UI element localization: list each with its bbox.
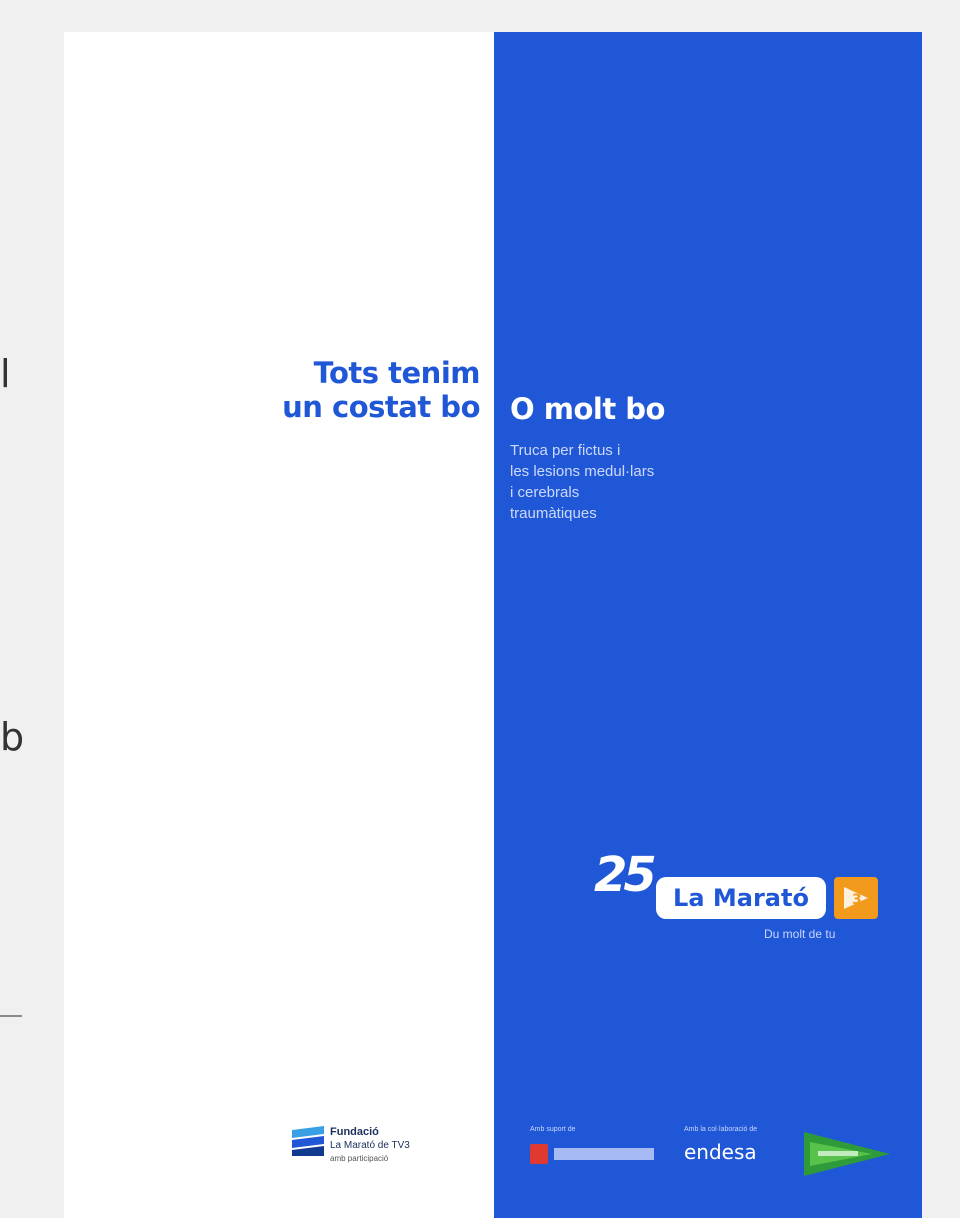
sponsor-caption: Amb la col·laboració de: [684, 1126, 758, 1133]
background-text-fragment: b: [0, 715, 25, 759]
subtext-line: Truca per fictus i: [510, 442, 621, 459]
divider: [0, 1015, 22, 1017]
subtext-line: i cerebrals: [510, 484, 580, 501]
fundacio-logo: Fundació La Marató de TV3 amb participac…: [290, 1124, 480, 1194]
tagline-left-line: Tots tenim: [313, 356, 481, 390]
logo-slogan: Du molt de tu: [764, 927, 836, 941]
generalitat-logo-icon: [530, 1140, 658, 1170]
background-strip: l b: [0, 0, 24, 1218]
svg-text:3: 3: [852, 892, 862, 908]
subtext-line: les lesions medul·lars: [510, 463, 655, 480]
logo-number: 25: [594, 847, 657, 903]
tagline-right: O molt bo: [510, 392, 665, 426]
background-text-fragment: l: [0, 352, 11, 396]
fundacio-subtitle: La Marató de TV3: [330, 1140, 410, 1151]
sponsor-caption: Amb suport de: [530, 1126, 576, 1133]
generalitat-wordmark: [554, 1148, 654, 1160]
poster-subtext: Truca per fictus i les lesions medul·lar…: [510, 440, 750, 524]
fundacio-mark-icon: [290, 1124, 326, 1158]
tv3-logo-icon: 3: [834, 877, 878, 919]
la-marato-logo: 25 La Marató 3 Du molt de tu: [594, 847, 894, 957]
el-corte-ingles-logo-icon: [804, 1132, 890, 1176]
tagline-left-line: un costat bo: [282, 390, 480, 424]
logo-name: La Marató: [656, 877, 826, 919]
fundacio-name: Fundació: [330, 1126, 379, 1138]
poster-right-panel: O molt bo Truca per fictus i les lesions…: [494, 32, 922, 1218]
poster-left-panel: Tots tenim un costat bo Fundació La Mara…: [64, 32, 494, 1218]
fundacio-subtitle-2: amb participació: [330, 1154, 389, 1163]
subtext-line: traumàtiques: [510, 505, 597, 522]
campaign-poster[interactable]: Tots tenim un costat bo Fundació La Mara…: [64, 32, 922, 1218]
tagline-left: Tots tenim un costat bo: [282, 356, 480, 424]
generalitat-mark-icon: [530, 1144, 548, 1164]
endesa-logo: endesa: [684, 1140, 757, 1164]
